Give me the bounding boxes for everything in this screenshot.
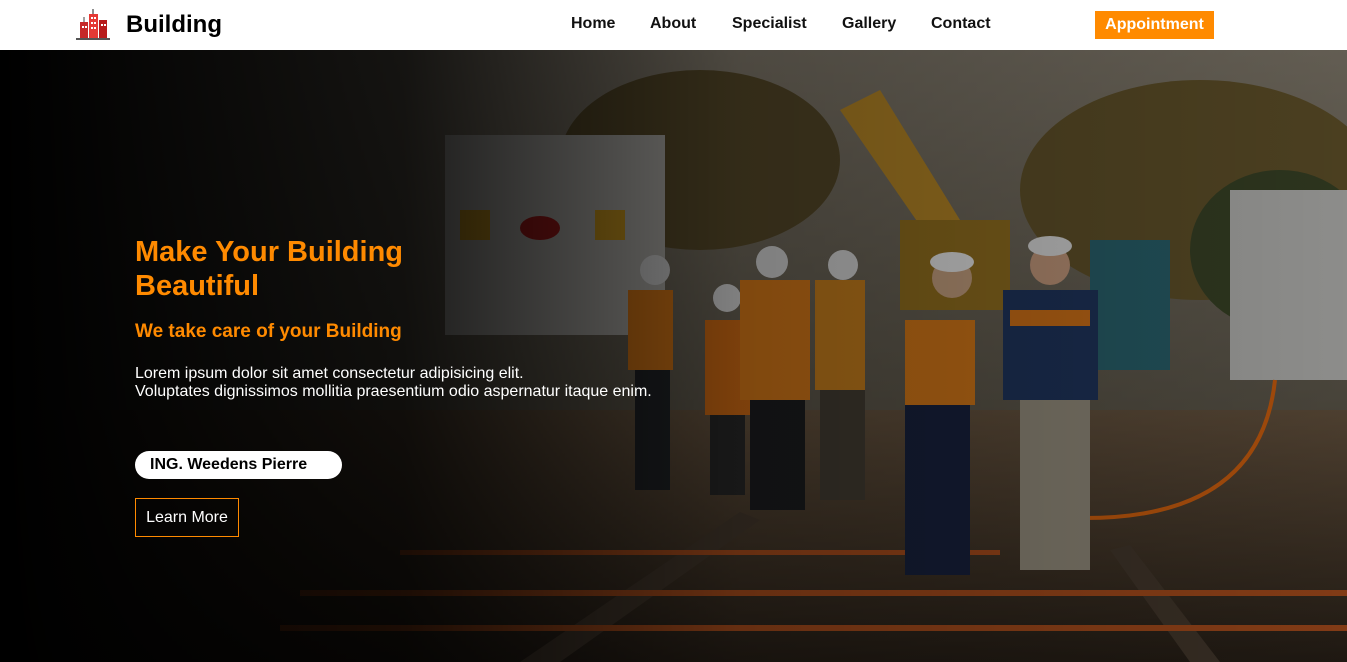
appointment-button[interactable]: Appointment xyxy=(1095,11,1214,39)
nav-contact-link[interactable]: Contact xyxy=(931,15,991,33)
navbar: Building Home About Specialist Gallery C… xyxy=(0,0,1347,50)
nav-about-link[interactable]: About xyxy=(650,15,696,33)
nav-specialist-link[interactable]: Specialist xyxy=(732,15,807,33)
engineer-name-badge: ING. Weedens Pierre xyxy=(135,451,342,479)
hero-subtitle: We take care of your Building xyxy=(135,321,402,342)
hero-description-line-2: Voluptates dignissimos mollitia praesent… xyxy=(135,383,652,400)
brand[interactable]: Building xyxy=(72,8,222,42)
nav-home-link[interactable]: Home xyxy=(571,15,615,33)
hero-description: Lorem ipsum dolor sit amet consectetur a… xyxy=(135,365,695,401)
hero-description-line-1: Lorem ipsum dolor sit amet consectetur a… xyxy=(135,365,524,382)
hero-title: Make Your Building Beautiful xyxy=(135,236,404,302)
construction-site-image xyxy=(0,50,1347,662)
brand-name: Building xyxy=(126,11,222,38)
nav-gallery-link[interactable]: Gallery xyxy=(842,15,896,33)
learn-more-button[interactable]: Learn More xyxy=(135,498,239,537)
hero-section: Make Your Building Beautiful We take car… xyxy=(0,50,1347,662)
building-logo-icon xyxy=(76,9,110,40)
